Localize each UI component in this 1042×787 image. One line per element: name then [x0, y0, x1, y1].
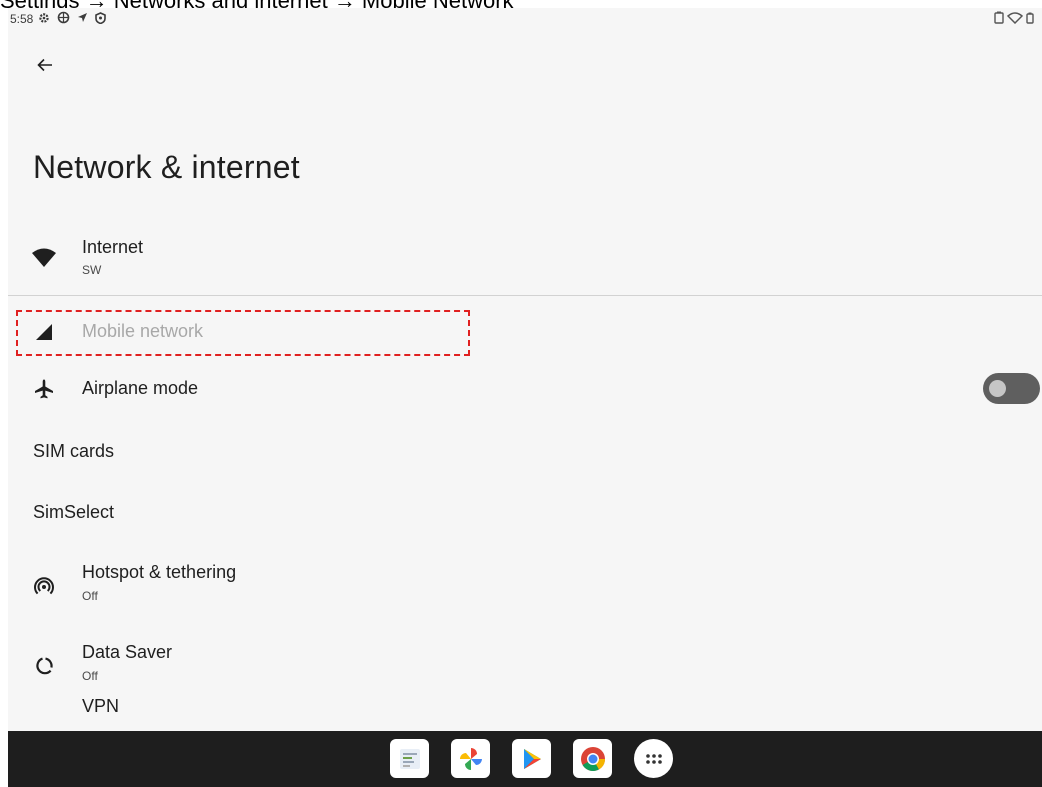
- data-saver-subtitle: Off: [82, 669, 98, 683]
- battery-saver-icon: [994, 11, 1004, 27]
- app-dock: [390, 739, 673, 778]
- internet-title: Internet: [82, 237, 144, 257]
- sheets-app-icon[interactable]: [390, 739, 429, 778]
- airplane-mode-toggle[interactable]: [983, 373, 1040, 404]
- airplane-mode-title: Airplane mode: [82, 378, 199, 398]
- settings-screen: 5:58 Network & internet Internet SW Mobi…: [8, 8, 1042, 787]
- internet-subtitle: SW: [82, 263, 102, 277]
- list-item-hotspot[interactable]: Hotspot & tethering Off: [8, 558, 1042, 614]
- toggle-knob: [989, 380, 1006, 397]
- hotspot-icon: [30, 572, 58, 600]
- photos-app-icon[interactable]: [451, 739, 490, 778]
- back-button[interactable]: [32, 52, 58, 78]
- wifi-icon: [1006, 11, 1024, 27]
- chrome-app-icon[interactable]: [573, 739, 612, 778]
- play-store-app-icon[interactable]: [512, 739, 551, 778]
- vpn-title: VPN: [82, 696, 120, 716]
- list-item-internet[interactable]: Internet SW: [8, 232, 1042, 294]
- settings-icon: [38, 12, 50, 27]
- battery-icon: [1026, 12, 1034, 27]
- list-item-sim-cards[interactable]: SIM cards: [8, 432, 1042, 472]
- divider: [8, 295, 1042, 296]
- list-item-airplane-mode[interactable]: Airplane mode: [8, 369, 1042, 409]
- wifi-icon: [30, 244, 58, 272]
- hotspot-title: Hotspot & tethering: [82, 562, 237, 582]
- highlight-box: [16, 310, 470, 356]
- shield-icon: [95, 11, 107, 27]
- vpn-gear-icon: [57, 11, 70, 27]
- data-saver-icon: [30, 652, 58, 680]
- list-item-vpn[interactable]: VPN: [8, 694, 1042, 731]
- status-bar: 5:58: [8, 8, 1042, 30]
- status-time: 5:58: [10, 12, 34, 26]
- hotspot-subtitle: Off: [82, 589, 98, 603]
- taskbar: [8, 731, 1042, 787]
- airplane-icon: [30, 375, 58, 403]
- sim-cards-title: SIM cards: [33, 441, 115, 461]
- back-arrow-icon: [37, 58, 52, 72]
- data-saver-title: Data Saver: [82, 642, 173, 662]
- status-right-icons: [994, 11, 1034, 27]
- list-item-data-saver[interactable]: Data Saver Off: [8, 638, 1042, 694]
- location-arrow-icon: [77, 12, 88, 26]
- app-drawer-icon[interactable]: [634, 739, 673, 778]
- page-title: Network & internet: [33, 149, 300, 185]
- list-item-simselect[interactable]: SimSelect: [8, 495, 1042, 535]
- simselect-title: SimSelect: [33, 502, 115, 522]
